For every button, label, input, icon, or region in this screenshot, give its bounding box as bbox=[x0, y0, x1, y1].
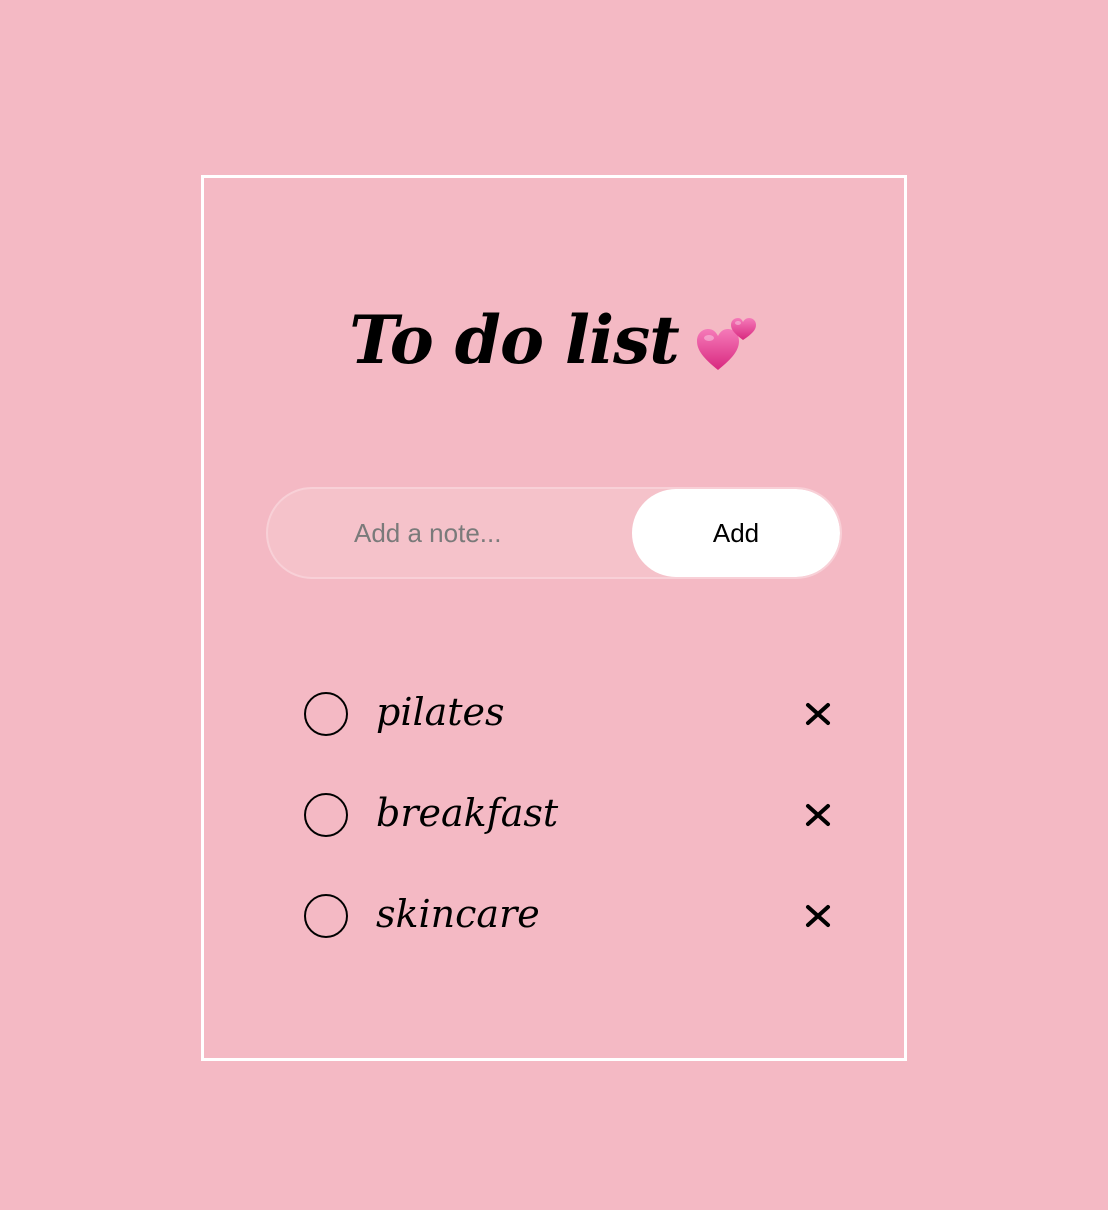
todo-label: pilates bbox=[376, 689, 505, 734]
list-item: pilates bbox=[304, 663, 834, 764]
title-row: To do list bbox=[204, 290, 904, 390]
list-item: skincare bbox=[304, 865, 834, 966]
two-hearts-icon bbox=[695, 310, 759, 374]
add-note-form: Add bbox=[266, 487, 842, 579]
complete-checkbox[interactable] bbox=[304, 792, 348, 837]
delete-x-icon[interactable] bbox=[802, 900, 834, 932]
todo-label: breakfast bbox=[376, 790, 559, 835]
note-input[interactable] bbox=[268, 489, 638, 577]
todo-label: skincare bbox=[376, 891, 540, 936]
complete-checkbox[interactable] bbox=[304, 691, 348, 736]
add-button[interactable]: Add bbox=[632, 489, 840, 577]
todo-list: pilates breakfast skincare bbox=[304, 663, 834, 966]
complete-checkbox[interactable] bbox=[304, 893, 348, 938]
page-title: To do list bbox=[349, 301, 679, 379]
delete-x-icon[interactable] bbox=[802, 698, 834, 730]
list-item: breakfast bbox=[304, 764, 834, 865]
todo-card: To do list Add pilates bbox=[201, 175, 907, 1061]
delete-x-icon[interactable] bbox=[802, 799, 834, 831]
